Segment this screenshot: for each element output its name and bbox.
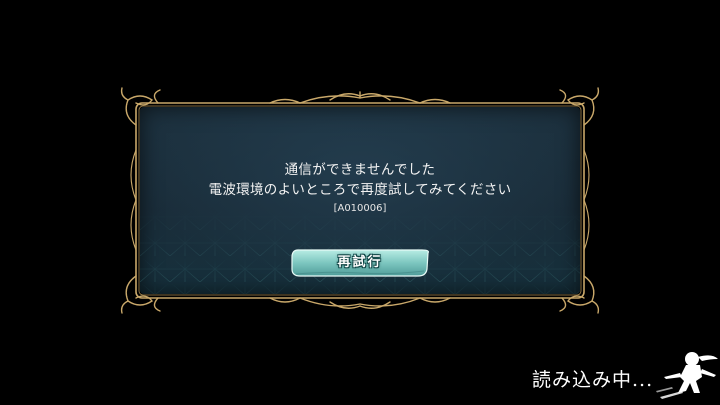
error-message-line2: 電波環境のよいところで再度試してみてください	[208, 182, 512, 198]
loading-text: 読み込み中...	[532, 369, 654, 391]
error-screen: 通信ができませんでした 電波環境のよいところで再度試してみてください [A010…	[0, 0, 720, 405]
error-message-line1: 通信ができませんでした	[284, 162, 436, 178]
retry-button[interactable]: 再試行	[290, 247, 430, 279]
error-dialog: 通信ができませんでした 電波環境のよいところで再度試してみてください [A010…	[140, 107, 580, 294]
retry-button-label: 再試行	[337, 255, 383, 270]
error-code: [A010006]	[333, 203, 387, 214]
ninja-silhouette-icon	[656, 352, 718, 399]
loading-indicator: 読み込み中...	[480, 345, 720, 405]
